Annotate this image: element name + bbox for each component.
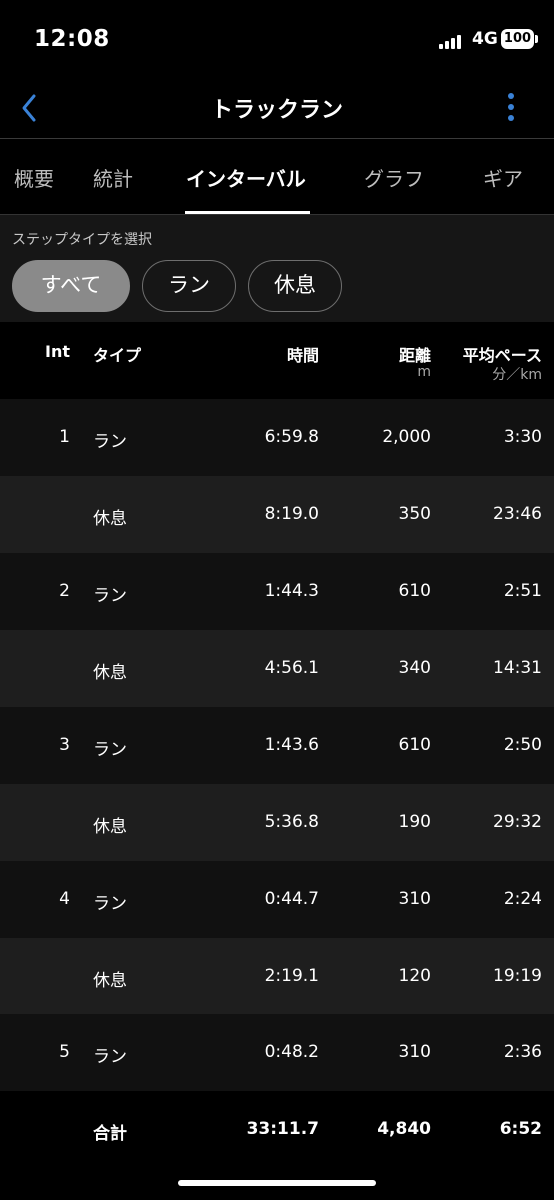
cell-distance: 190	[398, 812, 431, 832]
nav-bar: トラックラン	[0, 80, 554, 138]
cell-pace: 19:19	[493, 966, 542, 986]
column-header-distance: 距離	[398, 346, 431, 365]
tab-overview[interactable]: 概要	[14, 163, 54, 192]
cell-pace: 2:36	[503, 1042, 542, 1062]
table-row[interactable]: 3 ラン 1:43.6 610 2:50	[0, 707, 554, 784]
table-row[interactable]: 休息 4:56.1 340 14:31	[0, 630, 554, 707]
cell-type: ラン	[93, 586, 127, 606]
cell-distance: 310	[398, 1042, 431, 1062]
cell-type: ラン	[93, 740, 127, 760]
cell-time: 4:56.1	[264, 658, 319, 678]
table-row[interactable]: 休息 8:19.0 350 23:46	[0, 476, 554, 553]
cell-int: 3	[59, 735, 70, 755]
signal-icon	[439, 33, 465, 49]
cell-distance: 340	[398, 658, 431, 678]
tab-gear[interactable]: ギア	[483, 163, 523, 192]
cell-pace: 29:32	[493, 812, 542, 832]
step-type-filter: ステップタイプを選択 すべて ラン 休息	[0, 215, 554, 322]
cell-type: 休息	[93, 509, 127, 529]
cell-type: 休息	[93, 817, 127, 837]
cell-pace: 2:50	[503, 735, 542, 755]
cell-distance: 310	[398, 889, 431, 909]
cell-distance: 2,000	[382, 427, 431, 447]
cell-distance: 610	[398, 735, 431, 755]
cell-time: 2:19.1	[264, 966, 319, 986]
cell-pace: 23:46	[493, 504, 542, 524]
total-label: 合計	[93, 1124, 127, 1144]
cell-int: 1	[59, 427, 70, 447]
status-time: 12:08	[34, 26, 110, 52]
cell-type: ラン	[93, 432, 127, 452]
cell-int: 4	[59, 889, 70, 909]
battery-icon: 100	[501, 29, 534, 49]
filter-chip-all[interactable]: すべて	[12, 260, 130, 312]
vertical-ellipsis-icon	[508, 93, 514, 99]
tab-bar: 概要 統計 インターバル グラフ ギア	[0, 139, 554, 215]
table-row[interactable]: 休息 2:19.1 120 19:19	[0, 938, 554, 1015]
table-row[interactable]: 5 ラン 0:48.2 310 2:36	[0, 1014, 554, 1091]
tab-stats[interactable]: 統計	[93, 163, 133, 192]
network-type: 4G	[472, 29, 498, 49]
cell-int: 5	[59, 1042, 70, 1062]
cell-pace: 14:31	[493, 658, 542, 678]
filter-chip-run[interactable]: ラン	[142, 260, 236, 312]
cell-time: 8:19.0	[264, 504, 319, 524]
cell-distance: 350	[398, 504, 431, 524]
filter-label: ステップタイプを選択	[12, 232, 152, 248]
cell-distance: 120	[398, 966, 431, 986]
table-header: Int タイプ 時間 距離 m 平均ペース 分／km	[0, 322, 554, 399]
tab-graph[interactable]: グラフ	[364, 163, 424, 192]
total-distance: 4,840	[377, 1119, 431, 1139]
total-row: 合計 33:11.7 4,840 6:52	[0, 1091, 554, 1168]
table-row[interactable]: 休息 5:36.8 190 29:32	[0, 784, 554, 861]
cell-pace: 3:30	[503, 427, 542, 447]
cell-time: 0:44.7	[264, 889, 319, 909]
column-header-pace: 平均ペース	[462, 346, 542, 365]
cell-time: 0:48.2	[264, 1042, 319, 1062]
column-header-int: Int	[45, 342, 70, 361]
status-bar: 12:08 4G 100	[0, 0, 554, 80]
cell-type: ラン	[93, 894, 127, 914]
cell-type: 休息	[93, 663, 127, 683]
column-unit-distance: m	[417, 364, 431, 380]
page-title: トラックラン	[210, 98, 343, 123]
cell-type: 休息	[93, 971, 127, 991]
cell-type: ラン	[93, 1047, 127, 1067]
cell-distance: 610	[398, 581, 431, 601]
filter-chip-rest[interactable]: 休息	[248, 260, 342, 312]
cell-time: 6:59.8	[264, 427, 319, 447]
cell-time: 1:43.6	[264, 735, 319, 755]
total-pace: 6:52	[499, 1119, 542, 1139]
cell-time: 5:36.8	[264, 812, 319, 832]
table-row[interactable]: 4 ラン 0:44.7 310 2:24	[0, 861, 554, 938]
cell-int: 2	[59, 581, 70, 601]
home-indicator[interactable]	[178, 1180, 376, 1186]
battery-tip	[535, 35, 538, 43]
cell-pace: 2:24	[503, 889, 542, 909]
column-unit-pace: 分／km	[492, 367, 542, 383]
total-time: 33:11.7	[246, 1119, 319, 1139]
cell-time: 1:44.3	[264, 581, 319, 601]
column-header-time: 時間	[286, 346, 319, 365]
table-row[interactable]: 1 ラン 6:59.8 2,000 3:30	[0, 399, 554, 476]
table-row[interactable]: 2 ラン 1:44.3 610 2:51	[0, 553, 554, 630]
tab-intervals[interactable]: インターバル	[186, 163, 306, 192]
column-header-type: タイプ	[93, 346, 142, 365]
more-options-button[interactable]	[498, 88, 526, 128]
cell-pace: 2:51	[503, 581, 542, 601]
